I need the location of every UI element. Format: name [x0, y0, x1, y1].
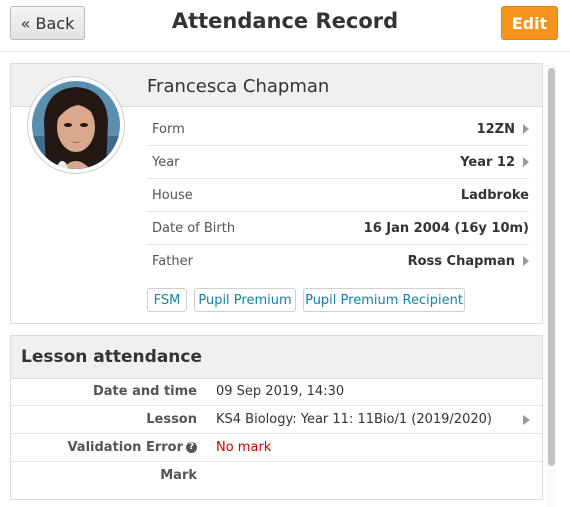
house-row: House Ladbroke: [147, 179, 529, 212]
tag-fsm[interactable]: FSM: [147, 288, 187, 312]
tag-pupil-premium-recipient[interactable]: Pupil Premium Recipient: [303, 288, 465, 312]
avatar: [27, 76, 125, 174]
house-value: Ladbroke: [460, 188, 529, 203]
form-value: 12ZN: [476, 122, 515, 137]
back-button[interactable]: « Back: [10, 6, 85, 40]
student-photo: [32, 81, 120, 169]
year-label: Year: [152, 155, 180, 170]
house-label: House: [152, 188, 193, 203]
lesson-label: Lesson: [146, 412, 197, 427]
lesson-attendance-title: Lesson attendance: [21, 347, 203, 367]
year-value: Year 12: [460, 155, 515, 170]
student-name: Francesca Chapman: [147, 76, 330, 97]
father-value: Ross Chapman: [407, 254, 515, 269]
date-time-label: Date and time: [92, 384, 197, 399]
chevron-right-icon: [523, 256, 529, 266]
chevron-right-icon: [523, 157, 529, 167]
father-label: Father: [152, 254, 193, 269]
validation-error-row: Validation Error? No mark: [11, 434, 542, 462]
help-icon[interactable]: ?: [186, 442, 197, 453]
form-label: Form: [152, 122, 185, 137]
mark-row: Mark: [11, 462, 542, 490]
form-row[interactable]: Form 12ZN: [147, 113, 529, 146]
edit-button[interactable]: Edit: [501, 6, 558, 40]
tag-pupil-premium[interactable]: Pupil Premium: [194, 288, 296, 312]
dob-value: 16 Jan 2004 (16y 10m): [363, 221, 529, 236]
scrollbar-thumb[interactable]: [548, 68, 555, 466]
validation-error-label-text: Validation Error: [67, 440, 183, 455]
father-row[interactable]: Father Ross Chapman: [147, 245, 529, 278]
chevron-right-icon: [523, 124, 529, 134]
mark-label: Mark: [160, 468, 197, 483]
lesson-attendance-header: Lesson attendance: [11, 336, 542, 379]
date-time-value: 09 Sep 2019, 14:30: [216, 384, 345, 399]
dob-row: Date of Birth 16 Jan 2004 (16y 10m): [147, 212, 529, 245]
year-row[interactable]: Year Year 12: [147, 146, 529, 179]
chevron-right-icon: [523, 415, 530, 425]
date-time-row: Date and time 09 Sep 2019, 14:30: [11, 378, 542, 406]
header-bar: « Back Attendance Record Edit: [0, 0, 570, 52]
lesson-row[interactable]: Lesson KS4 Biology: Year 11: 11Bio/1 (20…: [11, 406, 542, 434]
student-profile-panel: Francesca Chapman Form 12ZN Year Year 12: [10, 63, 543, 324]
dob-label: Date of Birth: [152, 221, 236, 236]
page-title: Attendance Record: [171, 9, 399, 33]
lesson-value: KS4 Biology: Year 11: 11Bio/1 (2019/2020…: [216, 412, 492, 427]
lesson-attendance-panel: Lesson attendance Date and time 09 Sep 2…: [10, 335, 543, 500]
validation-error-value: No mark: [216, 440, 272, 455]
validation-error-label: Validation Error?: [67, 440, 197, 455]
